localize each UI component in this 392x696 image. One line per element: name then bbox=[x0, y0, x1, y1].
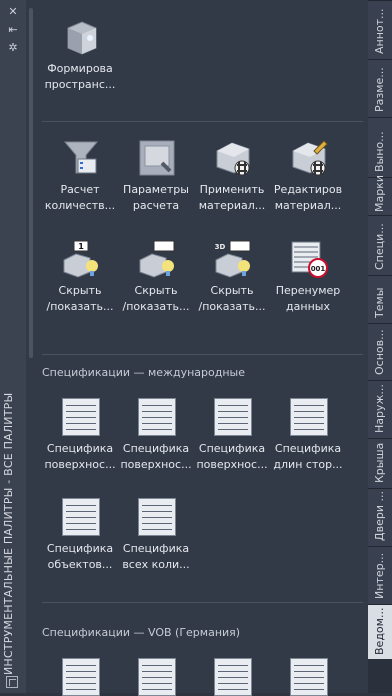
tab-callouts[interactable]: Выно... bbox=[368, 117, 392, 178]
tool-label: Специфика длин стор... bbox=[273, 442, 343, 471]
palette-title-bar[interactable]: ✕ ⇤ ✲ ИНСТРУМЕНТАЛЬНЫЕ ПАЛИТРЫ - ВСЕ ПАЛ… bbox=[0, 0, 27, 693]
tool-schedule-2[interactable]: Специфика поверхнос... bbox=[120, 398, 192, 478]
tool-apply-material[interactable]: Применить материал... bbox=[196, 139, 268, 219]
section-divider bbox=[42, 354, 363, 355]
renumber-icon: 001 bbox=[291, 241, 328, 278]
tab-annotation[interactable]: Аннот... bbox=[368, 0, 392, 60]
badge-text: 1 bbox=[78, 242, 84, 251]
tool-label: Параметры расчета bbox=[123, 183, 189, 212]
tab-roof[interactable]: Крыша bbox=[368, 438, 392, 489]
tool-calc-params[interactable]: Параметры расчета bbox=[120, 139, 192, 219]
tool-schedule-3[interactable]: Специфика поверхнос... bbox=[196, 398, 268, 478]
close-icon[interactable]: ✕ bbox=[7, 6, 19, 18]
schedule-table-icon bbox=[62, 398, 100, 436]
schedule-table-icon bbox=[290, 398, 328, 436]
schedule-table-icon[interactable] bbox=[214, 658, 252, 696]
tool-quantity-calc[interactable]: Расчет количеств... bbox=[44, 139, 116, 219]
schedule-table-icon bbox=[62, 498, 100, 536]
tool-label: Формирова пространс... bbox=[44, 62, 116, 91]
tool-label: Скрыть/показать... bbox=[198, 284, 266, 313]
tool-label: Скрыть/показать... bbox=[122, 284, 190, 313]
palette-content bbox=[26, 0, 368, 693]
section-divider bbox=[42, 121, 363, 122]
edit-material-icon bbox=[292, 140, 328, 176]
hide-show-icon: 1 bbox=[63, 240, 98, 278]
tool-hide-show-3d[interactable]: 3D Скрыть/показать... bbox=[196, 240, 268, 320]
tab-dimensions[interactable]: Разме... bbox=[368, 59, 392, 118]
tool-label: Специфика объектов... bbox=[46, 542, 114, 571]
section-divider bbox=[42, 602, 363, 603]
auto-hide-icon[interactable]: ⇤ bbox=[7, 24, 19, 36]
tool-edit-material[interactable]: Редактиров материал... bbox=[272, 139, 344, 219]
tool-schedule-4[interactable]: Специфика длин стор... bbox=[272, 398, 344, 478]
palette-menu-icon[interactable] bbox=[6, 676, 18, 688]
tool-label: Применить материал... bbox=[198, 183, 266, 212]
tool-label: Редактиров материал... bbox=[273, 183, 343, 212]
palette-tabs: Аннот... Разме... Выно... Марки Специ...… bbox=[368, 0, 392, 693]
tool-label: Специфика поверхнос... bbox=[44, 442, 116, 471]
tool-label: Перенумер данных bbox=[275, 284, 341, 313]
tool-label: Специфика всех коли... bbox=[122, 542, 190, 571]
tool-schedule-1[interactable]: Специфика поверхнос... bbox=[44, 398, 116, 478]
quantity-calc-icon bbox=[63, 141, 99, 174]
tool-schedule-5[interactable]: Специфика объектов... bbox=[44, 498, 116, 578]
tool-space-generate[interactable]: Формирова пространс... bbox=[44, 18, 116, 98]
space-cube-icon bbox=[67, 21, 97, 55]
tool-hide-show-2[interactable]: Скрыть/показать... bbox=[120, 240, 192, 320]
badge-text: 3D bbox=[215, 243, 226, 251]
badge-text: 001 bbox=[311, 265, 326, 273]
tab-tags[interactable]: Марки bbox=[368, 175, 392, 216]
hide-show-icon bbox=[139, 240, 175, 278]
tool-schedule-6[interactable]: Специфика всех коли... bbox=[120, 498, 192, 578]
schedule-table-icon bbox=[214, 398, 252, 436]
tab-exterior[interactable]: Наруж... bbox=[368, 380, 392, 439]
tab-basic[interactable]: Основ... bbox=[368, 323, 392, 381]
tool-label: Специфика поверхнос... bbox=[120, 442, 192, 471]
section-title-international: Спецификации — международные bbox=[42, 366, 245, 379]
tool-hide-show-1[interactable]: 1 Скрыть/показать... bbox=[44, 240, 116, 320]
schedule-table-icon[interactable] bbox=[138, 658, 176, 696]
tab-schedules[interactable]: Специ... bbox=[368, 215, 392, 276]
section-title-vob: Спецификации — VOB (Германия) bbox=[42, 626, 241, 639]
tab-interior[interactable]: Интер... bbox=[368, 546, 392, 605]
schedule-table-icon[interactable] bbox=[62, 658, 100, 696]
tool-label: Специфика поверхнос... bbox=[196, 442, 268, 471]
tool-label: Скрыть/показать... bbox=[46, 284, 114, 313]
apply-material-icon bbox=[216, 142, 250, 176]
scrollbar-thumb[interactable] bbox=[29, 8, 33, 358]
tool-renumber-data[interactable]: 001 Перенумер данных bbox=[272, 240, 344, 320]
calc-params-icon bbox=[139, 140, 175, 176]
tab-doors[interactable]: Двери ... bbox=[368, 488, 392, 547]
tool-label: Расчет количеств... bbox=[44, 183, 116, 212]
properties-gear-icon[interactable]: ✲ bbox=[7, 42, 19, 54]
schedule-table-icon bbox=[138, 498, 176, 536]
schedule-table-icon bbox=[138, 398, 176, 436]
tab-themes[interactable]: Темы bbox=[368, 275, 392, 324]
schedule-table-icon[interactable] bbox=[290, 658, 328, 696]
tab-statements[interactable]: Ведом... bbox=[368, 604, 392, 659]
hide-show-icon: 3D bbox=[215, 240, 251, 278]
